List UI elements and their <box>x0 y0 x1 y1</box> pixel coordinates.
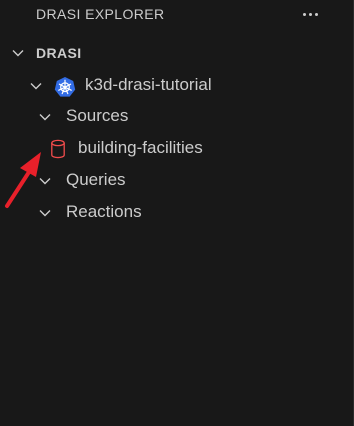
tree-item-queries-label: Queries <box>66 170 126 189</box>
chevron-down-icon <box>39 114 51 121</box>
tree-item-reactions[interactable]: Reactions <box>0 198 354 228</box>
more-actions-button[interactable] <box>296 2 324 26</box>
chevron-down-icon <box>39 210 51 217</box>
ellipsis-icon <box>302 12 306 16</box>
tree-item-building-facilities[interactable]: building-facilities <box>0 134 354 164</box>
tree-item-sources[interactable]: Sources <box>0 102 354 132</box>
drasi-explorer-panel: DRASI EXPLORER DRASI k3d-drasi-tutorial … <box>0 0 354 426</box>
tree-item-cluster-label: k3d-drasi-tutorial <box>85 75 212 94</box>
tree-item-building-facilities-label: building-facilities <box>78 138 203 157</box>
kubernetes-icon <box>54 77 76 97</box>
tree-item-queries[interactable]: Queries <box>0 166 354 196</box>
chevron-down-icon <box>30 83 42 90</box>
chevron-down-icon <box>39 178 51 185</box>
tree-item-drasi-label: DRASI <box>36 45 82 61</box>
tree-item-cluster[interactable]: k3d-drasi-tutorial <box>0 71 354 101</box>
panel-header: DRASI EXPLORER <box>0 0 354 30</box>
panel-title: DRASI EXPLORER <box>36 6 165 22</box>
tree-item-reactions-label: Reactions <box>66 202 142 221</box>
tree-item-sources-label: Sources <box>66 106 129 125</box>
tree-item-drasi[interactable]: DRASI <box>0 38 354 68</box>
chevron-down-icon <box>12 50 24 57</box>
database-icon <box>51 139 65 159</box>
